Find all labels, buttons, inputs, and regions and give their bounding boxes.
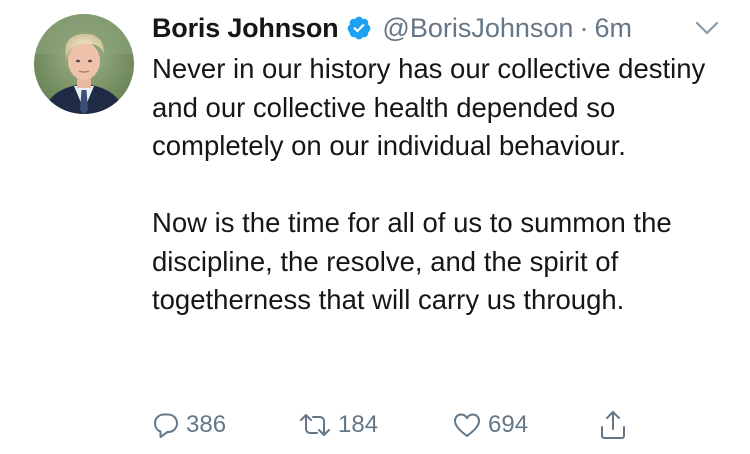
author-handle[interactable]: @BorisJohnson (382, 13, 573, 44)
author-name[interactable]: Boris Johnson (152, 13, 339, 44)
like-button[interactable]: 694 (452, 405, 528, 445)
tweet-paragraph: Now is the time for all of us to summon … (152, 207, 672, 315)
reply-button[interactable]: 386 (152, 405, 226, 445)
retweet-count: 184 (338, 411, 379, 438)
tweet-paragraph: Never in our history has our collective … (152, 53, 706, 161)
tweet-time[interactable]: 6m (594, 13, 632, 44)
tweet-text: Never in our history has our collective … (152, 50, 732, 320)
verified-badge-icon (346, 15, 372, 41)
separator-dot: · (579, 12, 589, 43)
tweet-actions: 386 184 694 (152, 405, 672, 445)
chevron-down-icon[interactable] (694, 18, 720, 38)
share-button[interactable] (598, 405, 628, 445)
avatar[interactable] (34, 14, 134, 114)
tweet-header: Boris Johnson @BorisJohnson · 6m (152, 8, 632, 48)
share-icon (601, 411, 625, 439)
avatar-image (34, 14, 134, 114)
tweet[interactable]: Boris Johnson @BorisJohnson · 6m Never i… (0, 0, 750, 454)
like-count: 694 (488, 411, 529, 438)
retweet-icon (300, 414, 330, 436)
reply-count: 386 (186, 411, 227, 438)
reply-icon (154, 413, 178, 438)
heart-icon (454, 413, 480, 437)
retweet-button[interactable]: 184 (298, 405, 378, 445)
